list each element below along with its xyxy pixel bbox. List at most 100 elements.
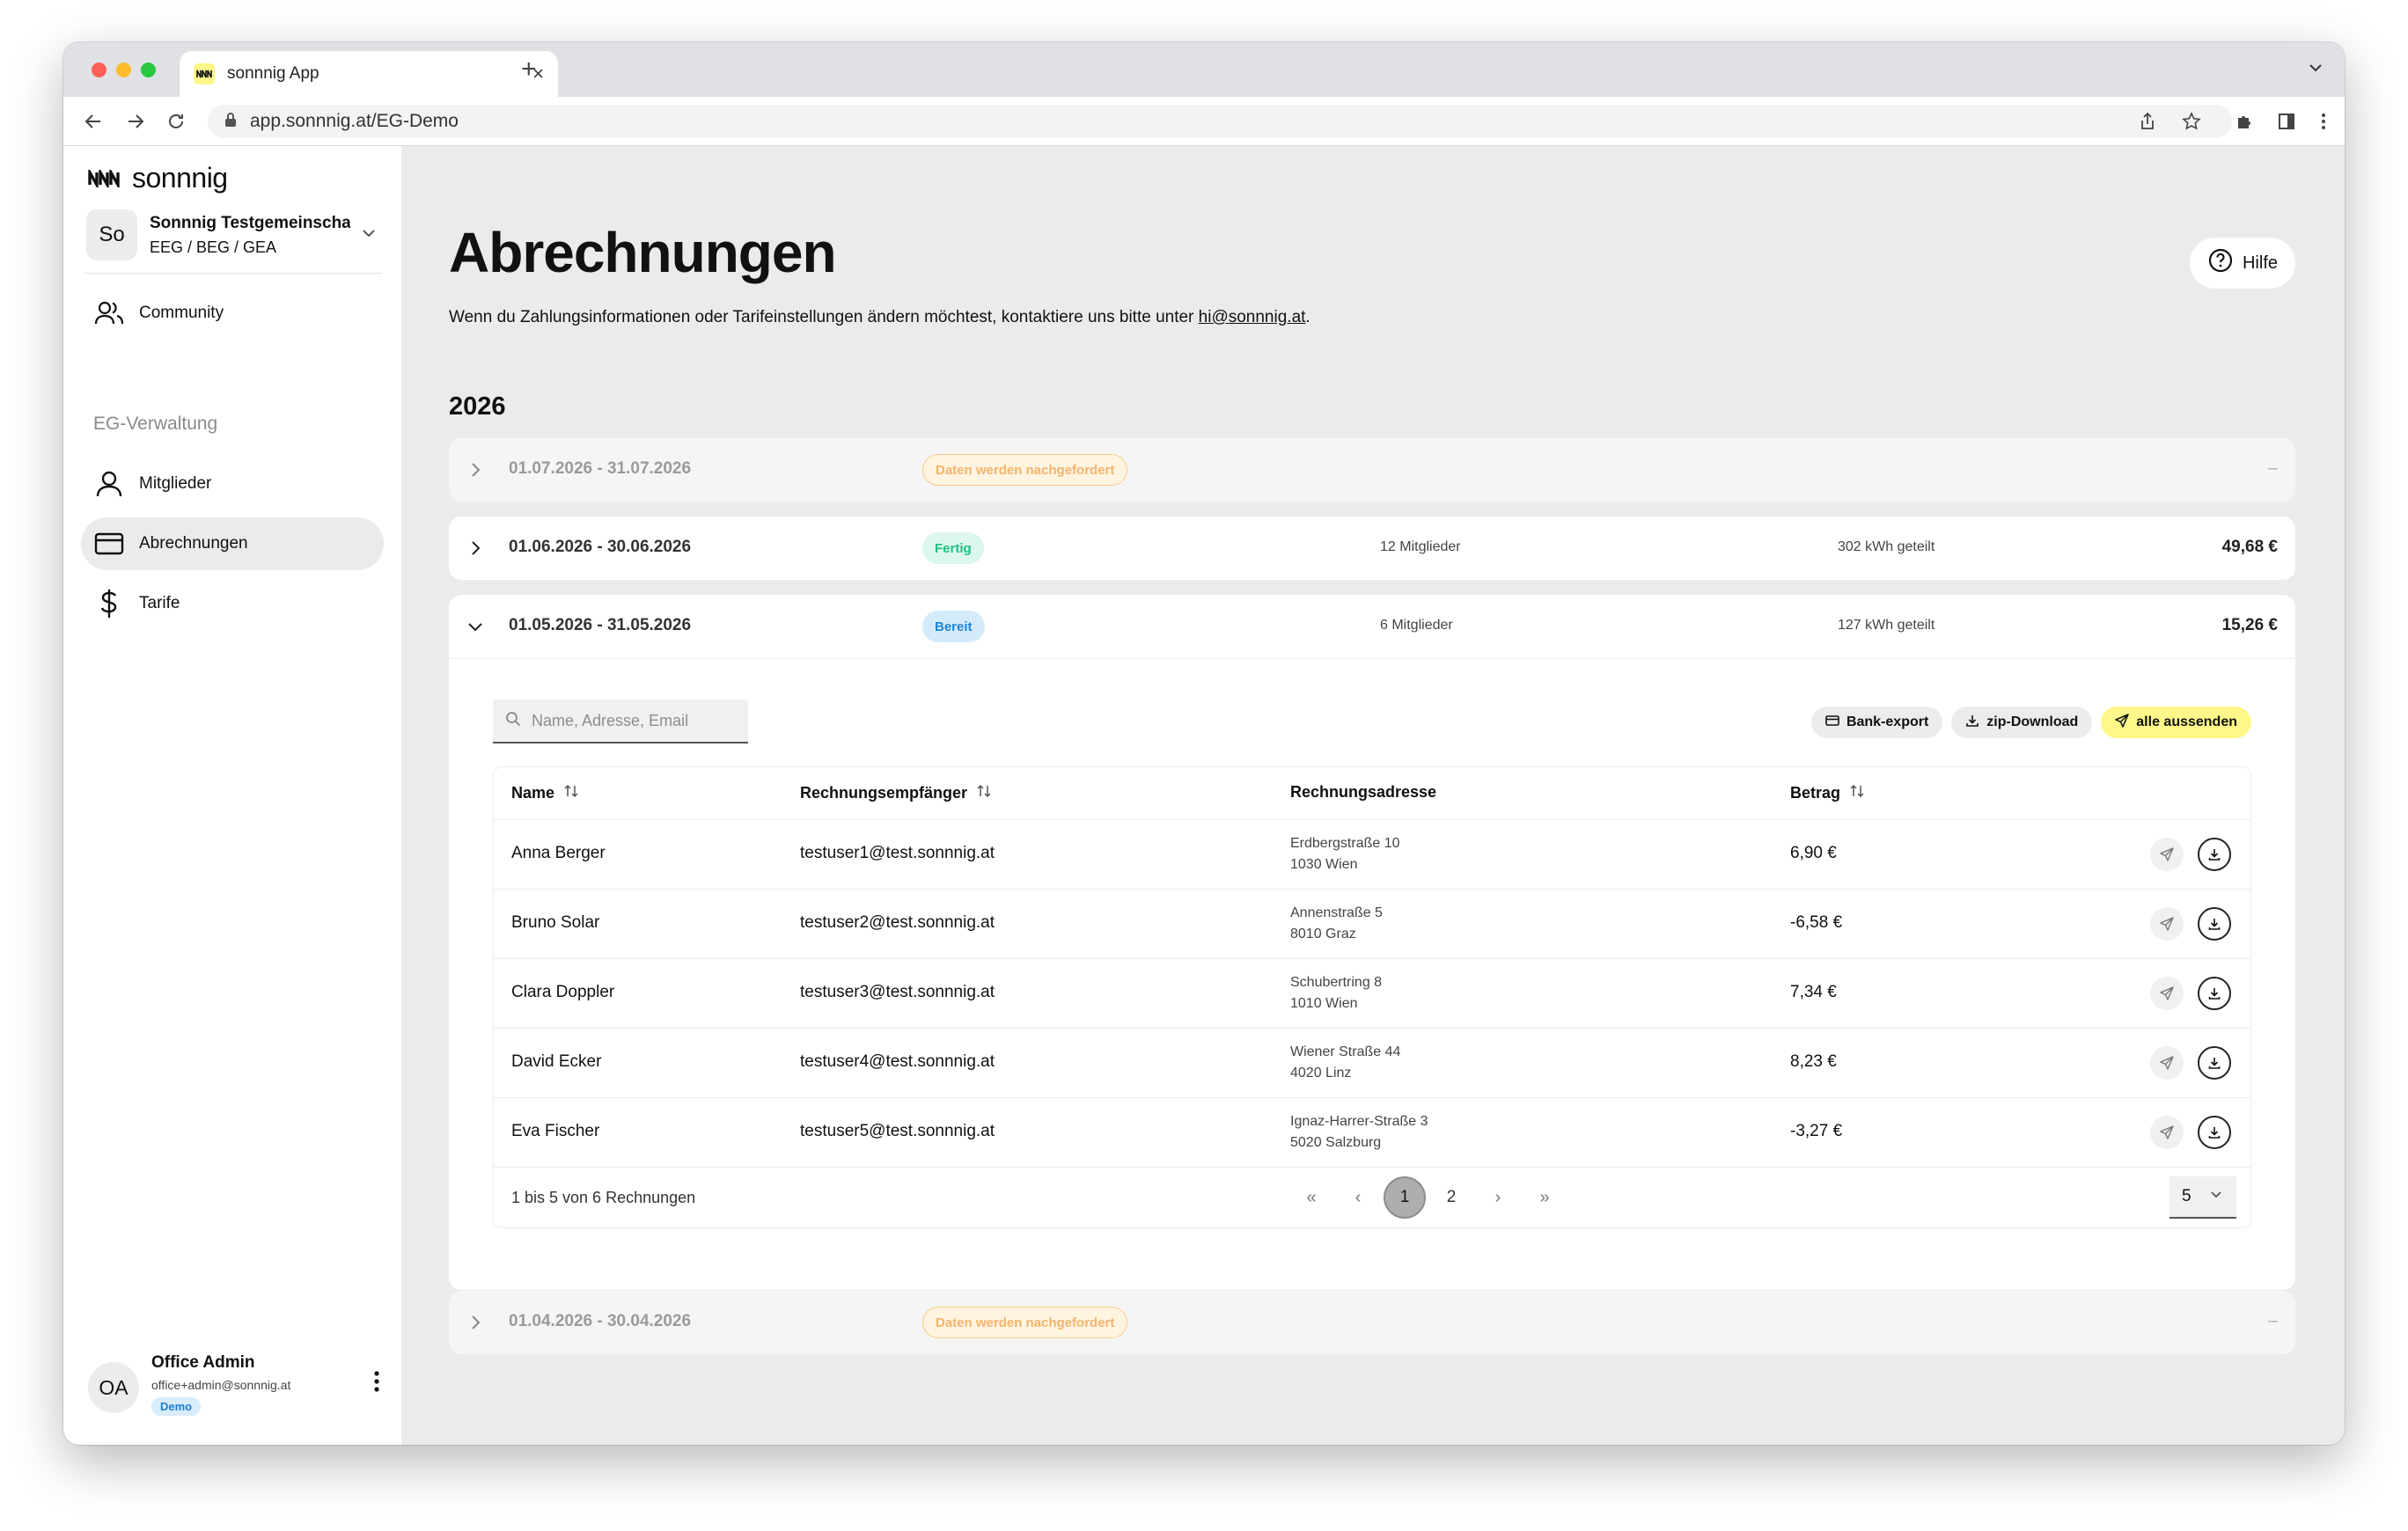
download-icon[interactable] xyxy=(2198,977,2231,1010)
tab-bar: sonnnig App × + xyxy=(63,42,2345,97)
invoice-table: Name Rechnungsempfänger Rechnungsadresse… xyxy=(493,766,2251,1228)
avatar[interactable]: OA xyxy=(88,1362,139,1413)
prev-page-button[interactable]: ‹ xyxy=(1337,1176,1379,1219)
org-switcher[interactable]: So Sonnnig Testgemeinscha EEG / BEG / GE… xyxy=(86,208,385,262)
new-tab-button[interactable]: + xyxy=(521,55,537,84)
browser-tab[interactable]: sonnnig App × xyxy=(180,51,558,97)
sidebar-item-tarife[interactable]: Tarife xyxy=(81,577,384,630)
tab-list-chevron-icon[interactable] xyxy=(2306,58,2325,82)
chevron-right-icon[interactable] xyxy=(465,538,486,559)
url-bar[interactable]: app.sonnnig.at/EG-Demo xyxy=(208,105,2232,138)
column-label: Betrag xyxy=(1790,784,1841,802)
maximize-window-button[interactable] xyxy=(141,62,156,77)
help-circle-icon xyxy=(2207,247,2234,279)
sidebar-item-mitglieder[interactable]: Mitglieder xyxy=(81,458,384,510)
send-all-button[interactable]: alle aussenden xyxy=(2101,707,2251,738)
download-icon[interactable] xyxy=(2198,1116,2231,1149)
period-date: 01.06.2026 - 30.06.2026 xyxy=(509,538,692,556)
org-avatar: So xyxy=(86,209,137,260)
sidebar-section-label: EG-Verwaltung xyxy=(93,414,218,434)
table-row: Anna Berger testuser1@test.sonnnig.at Er… xyxy=(494,820,2250,890)
bookmark-star-icon[interactable] xyxy=(2179,109,2204,134)
subtitle-suffix: . xyxy=(1305,308,1310,326)
status-badge: Daten werden nachgefordert xyxy=(922,1307,1128,1338)
detail-actions: Bank-export zip-Download alle aussenden xyxy=(1802,707,2251,738)
browser-menu-icon[interactable] xyxy=(2311,109,2336,134)
row-email: testuser3@test.sonnnig.at xyxy=(800,983,995,1001)
send-icon[interactable] xyxy=(2150,977,2184,1010)
main-content: Abrechnungen Wenn du Zahlungsinformation… xyxy=(401,146,2345,1445)
back-arrow-icon[interactable] xyxy=(81,109,106,134)
table-row: Clara Doppler testuser3@test.sonnnig.at … xyxy=(494,959,2250,1029)
row-address: Schubertring 8 1010 Wien xyxy=(1290,972,1382,1015)
sidebar-item-label: Abrechnungen xyxy=(139,534,248,553)
bank-export-button[interactable]: Bank-export xyxy=(1810,707,1943,738)
search-input[interactable] xyxy=(532,711,734,730)
row-email: testuser1@test.sonnnig.at xyxy=(800,844,995,862)
row-email: testuser4@test.sonnnig.at xyxy=(800,1052,995,1071)
logo-text: sonnnig xyxy=(132,162,228,194)
app: sonnnig So Sonnnig Testgemeinscha EEG / … xyxy=(63,146,2345,1445)
page-button-2[interactable]: 2 xyxy=(1430,1176,1472,1219)
download-icon[interactable] xyxy=(2198,1046,2231,1080)
user-name: Office Admin xyxy=(151,1353,255,1372)
download-icon[interactable] xyxy=(2198,907,2231,941)
browser-window: sonnnig App × + app.sonnnig.at/EG-Demo s… xyxy=(63,42,2345,1445)
reload-icon[interactable] xyxy=(164,109,188,134)
next-page-button[interactable]: › xyxy=(1477,1176,1519,1219)
send-icon[interactable] xyxy=(2150,1046,2184,1080)
chevron-down-icon[interactable] xyxy=(465,616,486,637)
extensions-puzzle-icon[interactable] xyxy=(2232,109,2257,134)
row-address: Ignaz-Harrer-Straße 3 5020 Salzburg xyxy=(1290,1111,1428,1154)
period-row[interactable]: 01.07.2026 - 31.07.2026 Daten werden nac… xyxy=(449,438,2295,502)
more-vertical-icon[interactable] xyxy=(366,1364,387,1399)
forward-arrow-icon[interactable] xyxy=(123,109,148,134)
row-amount: 6,90 € xyxy=(1790,844,1837,862)
row-address: Erdbergstraße 10 1030 Wien xyxy=(1290,833,1400,875)
address-street: Schubertring 8 xyxy=(1290,975,1383,990)
table-header: Name Rechnungsempfänger Rechnungsadresse… xyxy=(494,767,2250,820)
rows-per-page-select[interactable]: 5 xyxy=(2169,1176,2236,1219)
period-row[interactable]: 01.06.2026 - 30.06.2026 Fertig 12 Mitgli… xyxy=(449,516,2295,580)
share-icon[interactable] xyxy=(2135,109,2160,134)
page-button-1[interactable]: 1 xyxy=(1384,1176,1426,1219)
download-icon[interactable] xyxy=(2198,838,2231,871)
zip-download-button[interactable]: zip-Download xyxy=(1951,707,2093,738)
send-icon[interactable] xyxy=(2150,1116,2184,1149)
send-icon[interactable] xyxy=(2150,838,2184,871)
column-header-amount[interactable]: Betrag xyxy=(1790,783,1865,803)
dollar-icon xyxy=(93,588,125,619)
period-header[interactable]: 01.05.2026 - 31.05.2026 Bereit 6 Mitglie… xyxy=(449,595,2295,658)
sidebar-item-community[interactable]: Community xyxy=(81,287,384,340)
column-header-recipient[interactable]: Rechnungsempfänger xyxy=(800,783,992,803)
search-field[interactable] xyxy=(493,700,748,744)
rows-per-page-value: 5 xyxy=(2182,1187,2191,1205)
address-street: Erdbergstraße 10 xyxy=(1290,836,1400,851)
period-row[interactable]: 01.04.2026 - 30.04.2026 Daten werden nac… xyxy=(449,1291,2295,1354)
download-icon xyxy=(1965,714,1979,732)
column-label: Rechnungsempfänger xyxy=(800,784,968,802)
status-badge: Bereit xyxy=(922,611,985,642)
close-window-button[interactable] xyxy=(92,62,106,77)
contact-email-link[interactable]: hi@sonnnig.at xyxy=(1199,308,1306,326)
chevron-right-icon[interactable] xyxy=(465,1312,486,1333)
credit-card-icon xyxy=(93,528,125,560)
last-page-button[interactable]: » xyxy=(1523,1176,1566,1219)
send-icon[interactable] xyxy=(2150,907,2184,941)
sidebar-item-label: Community xyxy=(139,304,224,322)
address-street: Annenstraße 5 xyxy=(1290,905,1383,920)
sidebar-item-abrechnungen[interactable]: Abrechnungen xyxy=(81,517,384,570)
pagination: « ‹ 1 2 › » xyxy=(1290,1176,1570,1219)
period-members: 12 Mitglieder xyxy=(1380,539,1461,554)
help-button[interactable]: Hilfe xyxy=(2189,238,2295,289)
first-page-button[interactable]: « xyxy=(1290,1176,1332,1219)
column-label: Rechnungsadresse xyxy=(1290,783,1437,801)
logo[interactable]: sonnnig xyxy=(88,162,228,194)
side-panel-icon[interactable] xyxy=(2274,109,2299,134)
column-header-name[interactable]: Name xyxy=(511,783,579,803)
minimize-window-button[interactable] xyxy=(116,62,131,77)
chevron-right-icon[interactable] xyxy=(465,459,486,480)
period-amount: – xyxy=(2268,459,2278,478)
period-date: 01.04.2026 - 30.04.2026 xyxy=(509,1312,692,1330)
sort-icon xyxy=(563,783,579,803)
